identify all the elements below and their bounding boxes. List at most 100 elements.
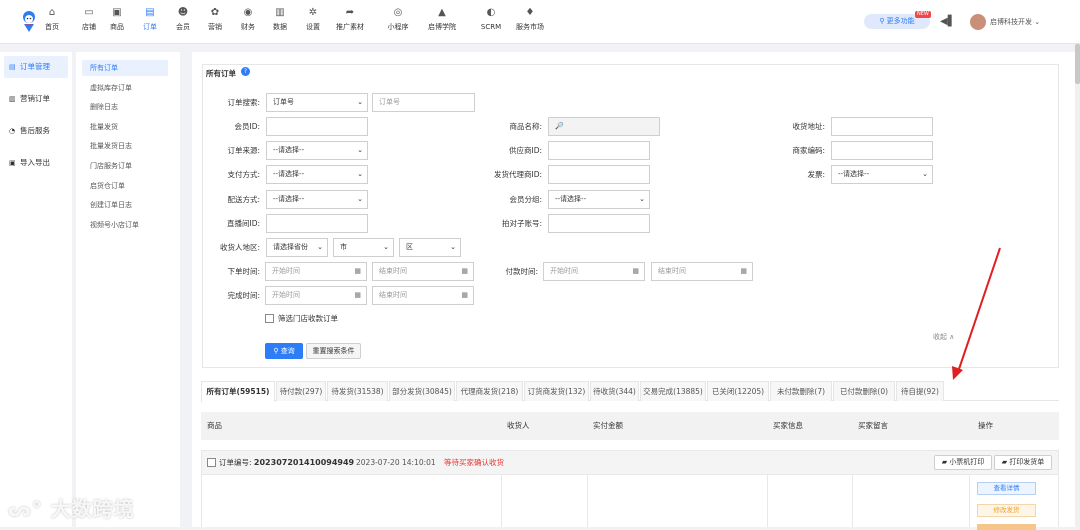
reset-button[interactable]: 重置搜索条件 [306, 343, 361, 359]
tab-status[interactable]: 已付款删除(0) [833, 381, 895, 401]
select-value: 请选择省份 [273, 243, 308, 251]
nav-label: SCRM [480, 23, 502, 31]
search-button[interactable]: ⚲ 查询 [265, 343, 303, 359]
modify-ship-button[interactable]: 修改发货 [977, 504, 1036, 517]
tab-status[interactable]: 未付款删除(7) [770, 381, 832, 401]
select-value: --请选择-- [273, 146, 305, 154]
leftmenu-import-export[interactable]: ▣ 导入导出 [4, 152, 68, 174]
col-receiver: 收货人 [507, 421, 530, 430]
leftmenu-label: 营销订单 [20, 94, 50, 103]
calendar-icon: ▦ [461, 267, 468, 275]
submenu-item[interactable]: 创建订单日志 [82, 197, 168, 213]
tab-status[interactable]: 待自提(92) [896, 381, 944, 401]
goods-name-input[interactable]: 🔎 [548, 117, 660, 136]
leftmenu-orders[interactable]: ▤ 订单管理 [4, 56, 68, 78]
divider [852, 475, 853, 527]
order-number[interactable]: 订单编号: 202307201410094949 [219, 456, 354, 469]
nav-gear[interactable]: ✲ 设置 [293, 6, 333, 32]
select-value: --请选择-- [555, 195, 587, 203]
new-badge: NEW [915, 11, 931, 18]
sub-account-input[interactable] [548, 214, 650, 233]
submenu-item[interactable]: 批量发货 [82, 119, 168, 135]
member-id-input[interactable] [266, 117, 368, 136]
pay-time-start-input[interactable]: 开始时间 ▦ [543, 262, 645, 281]
submenu-item[interactable]: 虚拟库存订单 [82, 80, 168, 96]
district-select[interactable]: 区 ⌄ [399, 238, 461, 257]
miniapp-icon: ◎ [393, 7, 403, 18]
print-ship-button[interactable]: ▰ 打印发货单 [994, 455, 1052, 470]
pay-method-select[interactable]: --请选择-- ⌄ [266, 165, 368, 184]
share-icon: ➦ [345, 7, 355, 18]
store-pickup-checkbox[interactable] [265, 314, 274, 323]
scrollbar[interactable] [1075, 44, 1080, 527]
leftmenu-marketing-orders[interactable]: ▥ 营销订单 [4, 88, 68, 110]
order-checkbox[interactable] [207, 458, 216, 467]
select-value: --请选择-- [838, 170, 870, 178]
leftmenu-aftersale[interactable]: ◔ 售后服务 [4, 120, 68, 142]
tab-status[interactable]: 代理商发货(218) [456, 381, 523, 401]
submenu-item[interactable]: 批量发货日志 [82, 138, 168, 154]
user-menu[interactable]: 启博科技开发 ⌄ [990, 17, 1040, 27]
calendar-icon: ▦ [354, 267, 361, 275]
scrollbar-thumb[interactable] [1075, 44, 1080, 84]
collapse-link[interactable]: 收起 ∧ [933, 332, 954, 342]
tab-status[interactable]: 待付款(297) [276, 381, 326, 401]
nav-miniapp[interactable]: ◎ 小程序 [378, 6, 418, 32]
delivery-select[interactable]: --请选择-- ⌄ [266, 190, 368, 209]
avatar[interactable] [970, 14, 986, 30]
order-search-type-select[interactable]: 订单号 ⌄ [266, 93, 368, 112]
order-number-value: 202307201410094949 [253, 458, 355, 467]
nav-share[interactable]: ➦ 推广素材 [330, 6, 370, 32]
order-time-end-input[interactable]: 结束时间 ▦ [372, 262, 474, 281]
submenu-item[interactable]: 视频号小店订单 [82, 217, 168, 233]
submenu-item[interactable]: 门店服务订单 [82, 158, 168, 174]
tab-status[interactable]: 所有订单(59515) [201, 381, 275, 402]
home-icon: ⌂ [48, 7, 56, 18]
city-select[interactable]: 市 ⌄ [333, 238, 394, 257]
agent-id-input[interactable] [548, 165, 650, 184]
extra-action-button[interactable] [977, 524, 1036, 530]
tab-status[interactable]: 已关闭(12205) [707, 381, 769, 401]
tab-status[interactable]: 订货商发货(132) [524, 381, 589, 401]
top-navbar: ⌂ 首页 ▭ 店铺 ▣ 商品 ▤ 订单 ☻ 会员 ✿ 营销 ◉ 财务 ▥ 数据 ✲ 设置 ➦ 推广素材 ◎ 小程序 ▲ 启博学… [0, 0, 1080, 44]
nav-home[interactable]: ⌂ 首页 [32, 6, 72, 32]
view-detail-button[interactable]: 查看详情 [977, 482, 1036, 495]
divider [969, 475, 970, 527]
tab-status[interactable]: 待收货(344) [590, 381, 639, 401]
tab-status[interactable]: 部分发货(30845) [389, 381, 455, 401]
member-group-select[interactable]: --请选择-- ⌄ [548, 190, 650, 209]
order-time-start-input[interactable]: 开始时间 ▦ [265, 262, 367, 281]
market-icon: ♦ [525, 7, 535, 18]
search-icon: ⚲ [273, 347, 279, 355]
placeholder: 结束时间 [379, 291, 407, 299]
live-id-input[interactable] [266, 214, 368, 233]
submenu-item[interactable]: 启货仓订单 [82, 178, 168, 194]
order-no-input[interactable]: 订单号 [372, 93, 475, 112]
speaker-icon[interactable]: ◀▌ [940, 16, 955, 27]
user-name: 启博科技开发 [990, 18, 1032, 26]
nav-academy[interactable]: ▲ 启博学院 [422, 6, 462, 32]
print-receipt-button[interactable]: ▰ 小票机打印 [934, 455, 992, 470]
goods-name-label: 商品名称: [509, 122, 542, 131]
order-source-label: 订单来源: [227, 146, 260, 155]
finish-time-start-input[interactable]: 开始时间 ▦ [265, 286, 367, 305]
leftmenu-label: 导入导出 [20, 158, 50, 167]
import-export-icon: ▣ [9, 159, 16, 167]
province-select[interactable]: 请选择省份 ⌄ [266, 238, 328, 257]
supplier-id-input[interactable] [548, 141, 650, 160]
order-source-select[interactable]: --请选择-- ⌄ [266, 141, 368, 160]
submenu-item[interactable]: 所有订单 [82, 60, 168, 76]
help-icon[interactable]: ? [241, 67, 250, 76]
tab-status[interactable]: 交易完成(13885) [640, 381, 706, 401]
finish-time-end-input[interactable]: 结束时间 ▦ [372, 286, 474, 305]
submenu-item[interactable]: 删除日志 [82, 99, 168, 115]
nav-scrm[interactable]: ◐ SCRM [471, 6, 511, 32]
nav-market[interactable]: ♦ 服务市场 [510, 6, 550, 32]
address-input[interactable] [831, 117, 933, 136]
tab-status[interactable]: 待发货(31538) [327, 381, 388, 401]
merchant-code-input[interactable] [831, 141, 933, 160]
pay-time-end-input[interactable]: 结束时间 ▦ [651, 262, 753, 281]
placeholder: 开始时间 [550, 267, 578, 275]
invoice-select[interactable]: --请选择-- ⌄ [831, 165, 933, 184]
finish-time-label: 完成时间: [227, 291, 260, 300]
